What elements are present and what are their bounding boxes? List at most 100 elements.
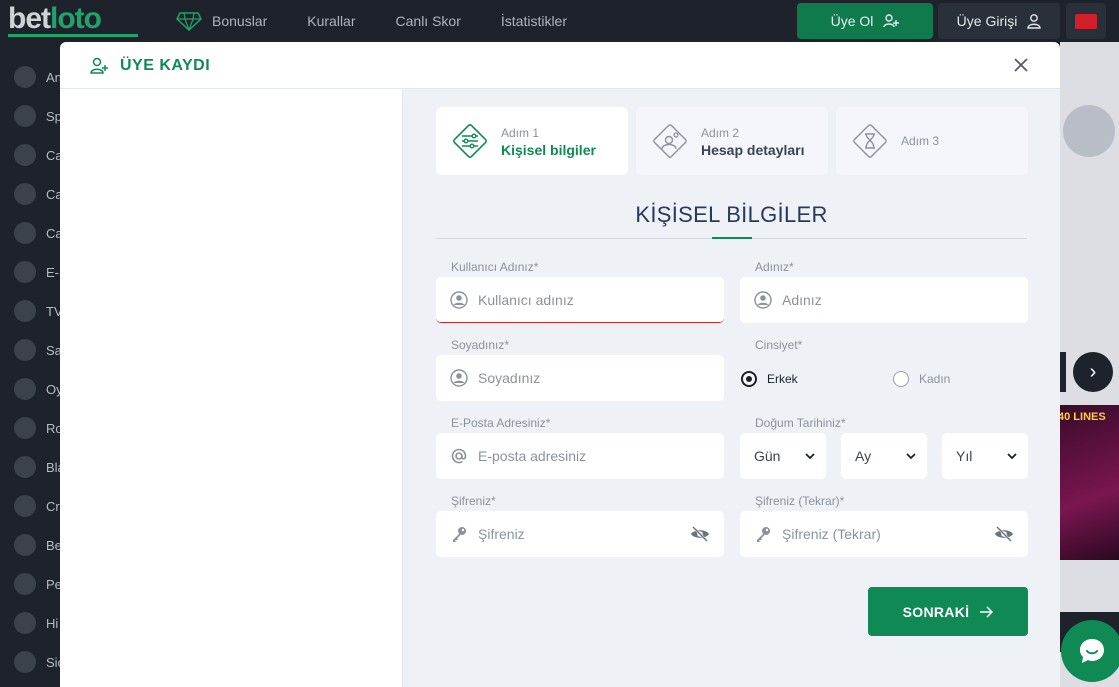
- main-nav: Bonuslar Kurallar Canlı Skor İstatistikl…: [176, 0, 607, 42]
- user-circle-icon: [754, 291, 772, 309]
- user-circle-icon: [450, 369, 468, 387]
- diamond-icon: [176, 12, 202, 31]
- nav-label: Canlı Skor: [395, 13, 461, 29]
- monitor-icon: [14, 573, 36, 595]
- tv-games-icon: [14, 300, 36, 322]
- key-icon: [453, 527, 466, 542]
- casino-icon: [14, 144, 36, 166]
- user-settings-icon: [653, 124, 687, 158]
- nav-label: Bonuslar: [212, 13, 268, 29]
- password-label: Şifreniz*: [451, 494, 496, 508]
- cards-icon: [14, 456, 36, 478]
- nav-label: Kurallar: [307, 13, 356, 29]
- user-icon: [1027, 14, 1042, 29]
- select-value: Yıl: [956, 448, 973, 464]
- nav-item-bonuslar[interactable]: Bonuslar: [176, 11, 267, 31]
- sidebar-label: Hi: [46, 615, 59, 631]
- nav-item-kurallar[interactable]: Kurallar: [307, 13, 355, 29]
- sicbo-icon: [14, 651, 36, 673]
- last-name-label: Soyadınız*: [451, 338, 510, 352]
- modal-header: ÜYE KAYDI: [60, 42, 1060, 89]
- arrow-right-icon: [980, 605, 994, 618]
- email-input[interactable]: [478, 448, 678, 464]
- select-value: Ay: [855, 448, 872, 464]
- section-title: KİŞİSEL BİLGİLER: [635, 202, 828, 227]
- logo-underline: [8, 34, 138, 37]
- football-icon: [14, 105, 36, 127]
- first-name-label: Adınız*: [755, 260, 794, 274]
- turkey-flag-icon: [1075, 13, 1097, 29]
- chevron-down-icon: [1007, 453, 1017, 460]
- top-navbar: betloto Bonuslar Kurallar Canlı Skor İst…: [0, 0, 1119, 42]
- first-name-input[interactable]: [782, 292, 982, 308]
- birth-month-select[interactable]: Ay: [841, 433, 927, 479]
- step-2[interactable]: Adım 2 Hesap detayları: [636, 107, 828, 175]
- step-3[interactable]: Adım 3: [836, 107, 1028, 175]
- eye-off-icon[interactable]: [690, 525, 710, 543]
- crash-icon: [14, 495, 36, 517]
- close-icon[interactable]: [1012, 56, 1030, 74]
- password-confirm-input[interactable]: [782, 526, 982, 542]
- chess-icon: [14, 417, 36, 439]
- live-chat-button[interactable]: [1061, 620, 1119, 682]
- section-accent: [712, 237, 752, 239]
- chevron-down-icon: [906, 453, 916, 460]
- step-1[interactable]: Adım 1 Kişisel bilgiler: [436, 107, 628, 175]
- bet-icon: [14, 534, 36, 556]
- gender-radio-female[interactable]: Kadın: [893, 371, 950, 387]
- last-name-field[interactable]: [436, 355, 724, 401]
- language-selector[interactable]: [1066, 3, 1106, 39]
- hilo-icon: [14, 612, 36, 634]
- registration-modal: ÜYE KAYDI Adım 1 Kişisel bilgiler Adım 2…: [60, 42, 1060, 687]
- add-user-icon: [90, 57, 108, 74]
- step-title: Kişisel bilgiler: [501, 142, 596, 158]
- password-input[interactable]: [478, 526, 678, 542]
- nav-item-canli-skor[interactable]: Canlı Skor: [396, 13, 461, 29]
- login-button[interactable]: Üye Girişi: [938, 3, 1060, 39]
- step-title: Hesap detayları: [701, 142, 805, 158]
- radio-label: Kadın: [919, 372, 951, 386]
- step-number: Adım 3: [901, 134, 940, 148]
- sidebar: An Sp Ca Ca Ca E-S TV Sa Oy Ro Bla Cra B…: [0, 42, 68, 687]
- brand-logo[interactable]: betloto: [8, 2, 102, 36]
- next-button[interactable]: SONRAKİ: [868, 587, 1028, 636]
- dice-icon: [14, 378, 36, 400]
- gender-radio-male[interactable]: Erkek: [741, 371, 798, 387]
- email-field[interactable]: [436, 433, 724, 479]
- game-thumbnail[interactable]: [1058, 405, 1119, 560]
- game-thumbnail-label: 40 LINES: [1058, 411, 1106, 423]
- first-name-field[interactable]: [740, 277, 1028, 323]
- login-label: Üye Girişi: [956, 13, 1018, 29]
- username-field[interactable]: [436, 277, 724, 323]
- chat-icon: [1080, 639, 1104, 663]
- password-confirm-field[interactable]: [740, 511, 1028, 557]
- chevron-down-icon: [805, 453, 815, 460]
- roulette-icon: [14, 222, 36, 244]
- step-number: Adım 2: [701, 126, 740, 140]
- username-input[interactable]: [478, 291, 678, 308]
- birth-day-select[interactable]: Gün: [740, 433, 826, 479]
- carousel-next-button[interactable]: ›: [1073, 352, 1113, 392]
- eye-off-icon[interactable]: [994, 525, 1014, 543]
- password-field[interactable]: [436, 511, 724, 557]
- modal-left-panel: [60, 89, 403, 687]
- add-user-icon: [883, 14, 900, 28]
- key-icon: [757, 527, 770, 542]
- slot-icon: [14, 183, 36, 205]
- home-icon: [14, 66, 36, 88]
- radio-unselected-icon: [893, 371, 909, 387]
- nav-item-istatistikler[interactable]: İstatistikler: [501, 13, 567, 29]
- hourglass-icon: [853, 124, 887, 158]
- username-label: Kullanıcı Adınız*: [451, 260, 539, 274]
- at-sign-icon: [451, 448, 467, 464]
- modal-form-panel: Adım 1 Kişisel bilgiler Adım 2 Hesap det…: [403, 89, 1060, 687]
- radio-label: Erkek: [767, 372, 798, 386]
- gamepad-icon: [14, 261, 36, 283]
- background-banner-image: [1063, 105, 1115, 157]
- modal-title: ÜYE KAYDI: [120, 57, 211, 74]
- select-value: Gün: [754, 448, 781, 464]
- horse-icon: [14, 339, 36, 361]
- last-name-input[interactable]: [478, 370, 678, 386]
- birth-year-select[interactable]: Yıl: [942, 433, 1028, 479]
- signup-button[interactable]: Üye Ol: [797, 3, 933, 39]
